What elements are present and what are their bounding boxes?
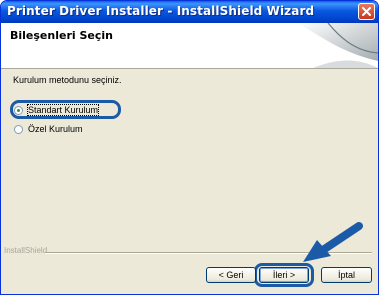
pointer-arrow-icon [303,222,363,262]
radio-custom[interactable] [14,124,23,134]
installshield-brand: InstallShield [4,246,48,255]
option-standard-label[interactable]: Standart Kurulum [26,104,100,116]
installer-window: Printer Driver Installer - InstallShield… [0,0,379,295]
window-title: Printer Driver Installer - InstallShield… [7,4,315,18]
option-custom[interactable]: Özel Kurulum [14,122,83,136]
back-button[interactable]: < Geri [206,267,256,283]
close-button[interactable] [358,3,375,20]
wizard-graphic-icon [298,23,378,68]
wizard-header: Bileşenleri Seçin [1,23,378,69]
radio-standard[interactable] [14,105,23,115]
title-bar[interactable]: Printer Driver Installer - InstallShield… [1,1,378,23]
option-standard[interactable]: Standart Kurulum [14,103,100,117]
wizard-body: Kurulum metodunu seçiniz. Standart Kurul… [1,69,378,294]
next-button[interactable]: İleri > [259,267,309,283]
page-title: Bileşenleri Seçin [10,29,113,42]
cancel-button[interactable]: İptal [321,267,372,283]
option-custom-label[interactable]: Özel Kurulum [28,124,83,134]
close-icon [362,7,371,16]
prompt-text: Kurulum metodunu seçiniz. [13,75,122,85]
